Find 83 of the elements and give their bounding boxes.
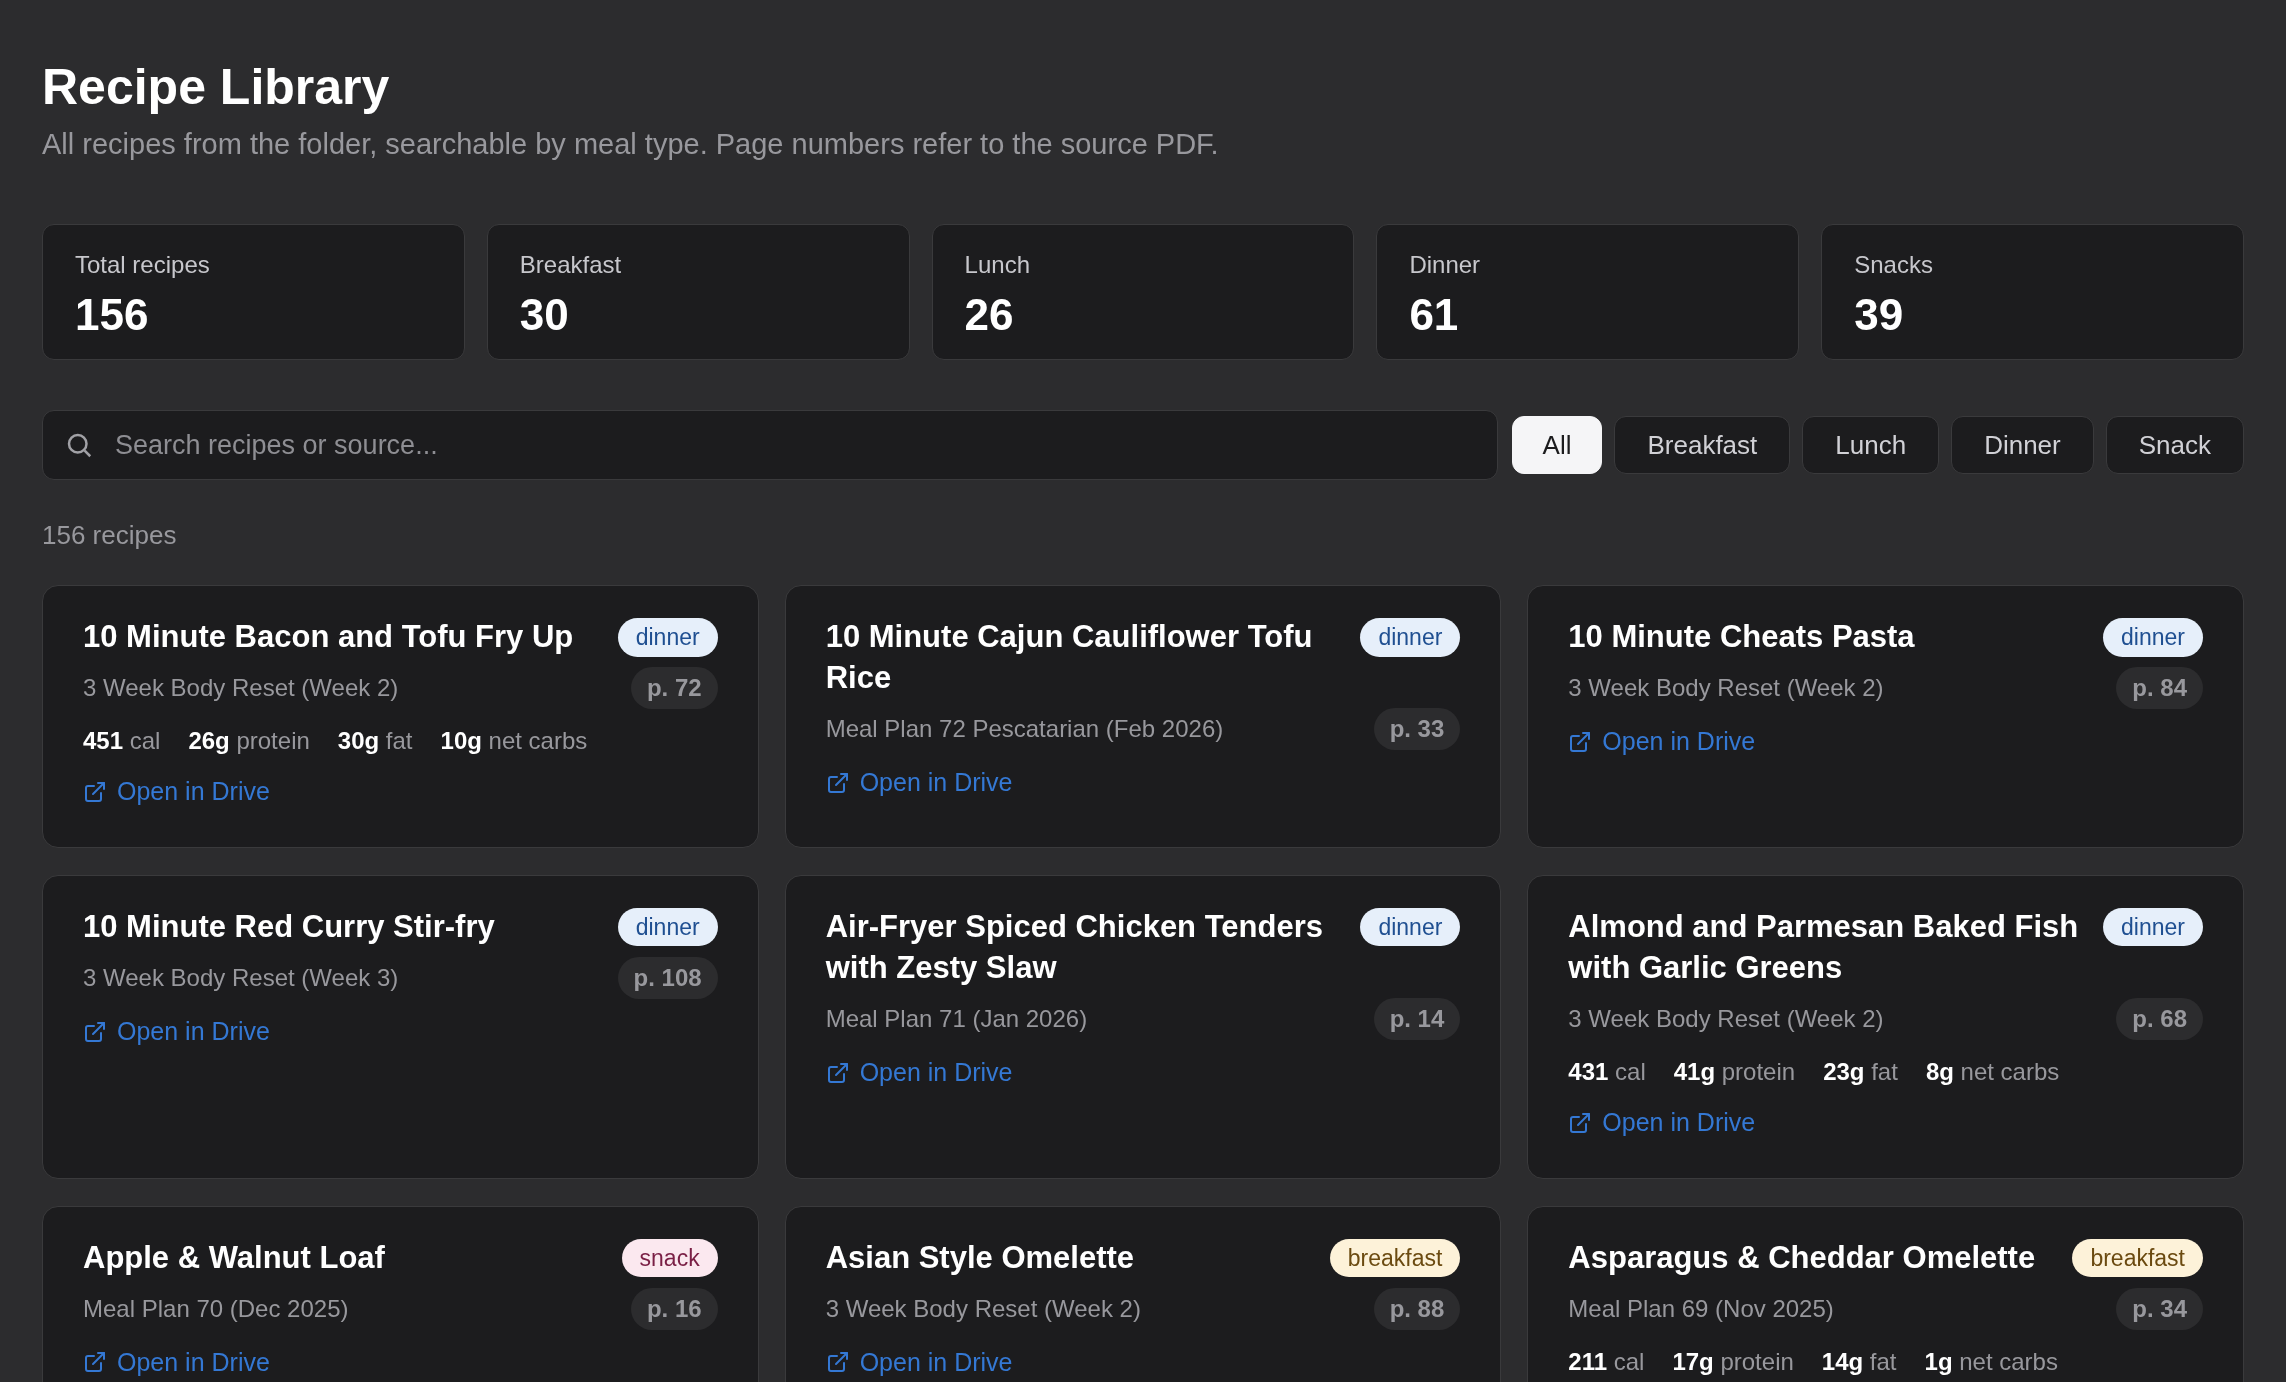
macro-stat: 8g net carbs bbox=[1925, 1056, 2060, 1087]
filter-tab[interactable]: Snack bbox=[2105, 416, 2244, 474]
stat-label: Snacks bbox=[1854, 250, 1934, 280]
macro-stat: 41g protein bbox=[1673, 1056, 1796, 1087]
macro-stat: 10g net carbs bbox=[440, 726, 588, 756]
meal-type-tag: dinner bbox=[2103, 907, 2203, 947]
recipe-source: Meal Plan 72 Pescatarian (Feb 2026) bbox=[825, 714, 1224, 744]
stat-label: Total recipes bbox=[75, 250, 211, 280]
filter-tab[interactable]: All bbox=[1511, 416, 1603, 474]
filter-tab[interactable]: Lunch bbox=[1802, 416, 1940, 474]
recipe-source: 3 Week Body Reset (Week 2) bbox=[83, 673, 399, 703]
filter-tab[interactable]: Breakfast bbox=[1614, 416, 1791, 474]
meal-type-tag: breakfast bbox=[2072, 1238, 2203, 1277]
macro-stat: 451 cal bbox=[83, 726, 161, 756]
macro-stat: 431 cal bbox=[1568, 1056, 1646, 1087]
meal-type-tag: dinner bbox=[1360, 618, 1461, 657]
external-link-icon bbox=[825, 1060, 850, 1085]
recipe-source: Meal Plan 71 (Jan 2026) bbox=[825, 1003, 1088, 1034]
external-link-icon bbox=[1568, 1110, 1593, 1135]
open-in-drive-link[interactable]: Open in Drive bbox=[83, 1012, 270, 1051]
recipe-title: Air-Fryer Spiced Chicken Tenders with Zesty Slaw bbox=[825, 907, 1324, 987]
recipe-source: 3 Week Body Reset (Week 2) bbox=[1568, 1003, 1884, 1034]
meal-type-tag: dinner bbox=[2103, 618, 2203, 657]
stat-value: 156 bbox=[75, 289, 150, 341]
external-link-icon bbox=[83, 779, 107, 804]
meal-type-tag: dinner bbox=[617, 618, 718, 657]
page-number: p. 34 bbox=[2116, 1287, 2203, 1330]
recipe-title: 10 Minute Bacon and Tofu Fry Up bbox=[83, 618, 574, 656]
page-number: p. 68 bbox=[2116, 997, 2203, 1040]
recipe-source: 3 Week Body Reset (Week 3) bbox=[83, 962, 399, 993]
recipe-title: Apple & Walnut Loaf bbox=[83, 1238, 385, 1277]
meal-type-tag: dinner bbox=[1360, 907, 1461, 947]
page-number: p. 108 bbox=[617, 956, 718, 999]
stat-value: 26 bbox=[964, 289, 1015, 341]
macro-stat: 1g net carbs bbox=[1924, 1346, 2058, 1377]
recipe-title: Almond and Parmesan Baked Fish with Garlic Greens bbox=[1568, 907, 2080, 987]
macro-stat: 14g fat bbox=[1821, 1346, 1897, 1377]
meal-type-tag: breakfast bbox=[1329, 1238, 1461, 1277]
page-subtitle: All recipes from the folder, searchable by meal type. Page numbers refer to the source PDF. bbox=[42, 126, 1220, 162]
page-number: p. 14 bbox=[1373, 997, 1461, 1040]
open-in-drive-link[interactable]: Open in Drive bbox=[1568, 1103, 1756, 1142]
recipe-source: 3 Week Body Reset (Week 2) bbox=[1568, 673, 1884, 703]
recipe-title: Asparagus & Cheddar Omelette bbox=[1568, 1238, 2036, 1277]
page-number: p. 72 bbox=[630, 667, 718, 709]
recipe-title: 10 Minute Red Curry Stir-fry bbox=[83, 907, 495, 946]
recipe-source: Meal Plan 69 (Nov 2025) bbox=[1568, 1293, 1834, 1324]
result-count: 156 recipes bbox=[42, 519, 178, 552]
page-number: p. 16 bbox=[630, 1287, 718, 1330]
stat-label: Lunch bbox=[964, 250, 1031, 280]
stat-value: 39 bbox=[1854, 289, 1905, 341]
open-in-drive-link[interactable]: Open in Drive bbox=[825, 1053, 1013, 1092]
recipe-title: Asian Style Omelette bbox=[825, 1238, 1135, 1277]
stat-label: Breakfast bbox=[519, 250, 623, 280]
external-link-icon bbox=[83, 1019, 107, 1044]
meal-type-tag: dinner bbox=[617, 907, 718, 947]
macro-stat: 30g fat bbox=[337, 726, 413, 756]
macro-stat: 17g protein bbox=[1672, 1346, 1794, 1377]
external-link-icon bbox=[825, 770, 850, 795]
stat-label: Dinner bbox=[1409, 250, 1482, 280]
page-number: p. 84 bbox=[2116, 667, 2203, 709]
filter-tab[interactable]: Dinner bbox=[1951, 416, 2094, 474]
search-field[interactable]: Search recipes or source... bbox=[42, 410, 1498, 480]
meal-type-tag: snack bbox=[621, 1238, 718, 1277]
recipe-title: 10 Minute Cheats Pasta bbox=[1568, 618, 1915, 656]
external-link-icon bbox=[825, 1350, 850, 1375]
open-in-drive-link[interactable]: Open in Drive bbox=[825, 1343, 1013, 1381]
external-link-icon bbox=[1568, 729, 1593, 754]
external-link-icon bbox=[83, 1350, 107, 1375]
recipe-source: Meal Plan 70 (Dec 2025) bbox=[83, 1293, 349, 1324]
macro-stat: 23g fat bbox=[1823, 1056, 1898, 1087]
page-number: p. 88 bbox=[1373, 1287, 1461, 1330]
page-number: p. 33 bbox=[1373, 708, 1461, 750]
stat-value: 30 bbox=[519, 289, 570, 341]
open-in-drive-link[interactable]: Open in Drive bbox=[83, 1343, 270, 1381]
stat-value: 61 bbox=[1409, 289, 1460, 341]
page-title: Recipe Library bbox=[42, 58, 391, 117]
open-in-drive-link[interactable]: Open in Drive bbox=[1568, 723, 1756, 761]
recipe-source: 3 Week Body Reset (Week 2) bbox=[825, 1293, 1141, 1324]
macro-stat: 211 cal bbox=[1568, 1346, 1645, 1377]
open-in-drive-link[interactable]: Open in Drive bbox=[825, 764, 1013, 802]
macro-stat: 26g protein bbox=[188, 726, 310, 756]
open-in-drive-link[interactable]: Open in Drive bbox=[83, 773, 270, 811]
recipe-title: 10 Minute Cajun Cauliflower Tofu Rice bbox=[825, 618, 1314, 697]
